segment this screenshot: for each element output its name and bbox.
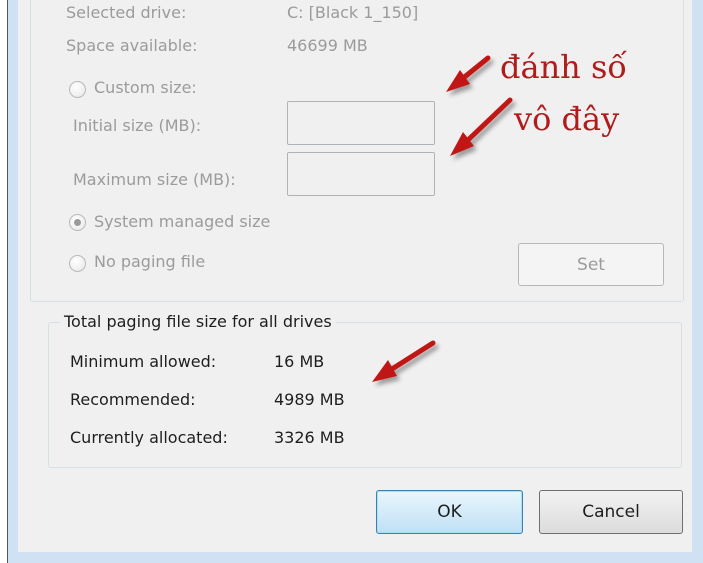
annotation-arrows	[372, 55, 513, 382]
arrow-to-custom-size-icon	[446, 55, 491, 92]
arrow-to-size-fields-icon	[450, 97, 513, 156]
arrow-to-recommended-icon	[372, 340, 436, 382]
